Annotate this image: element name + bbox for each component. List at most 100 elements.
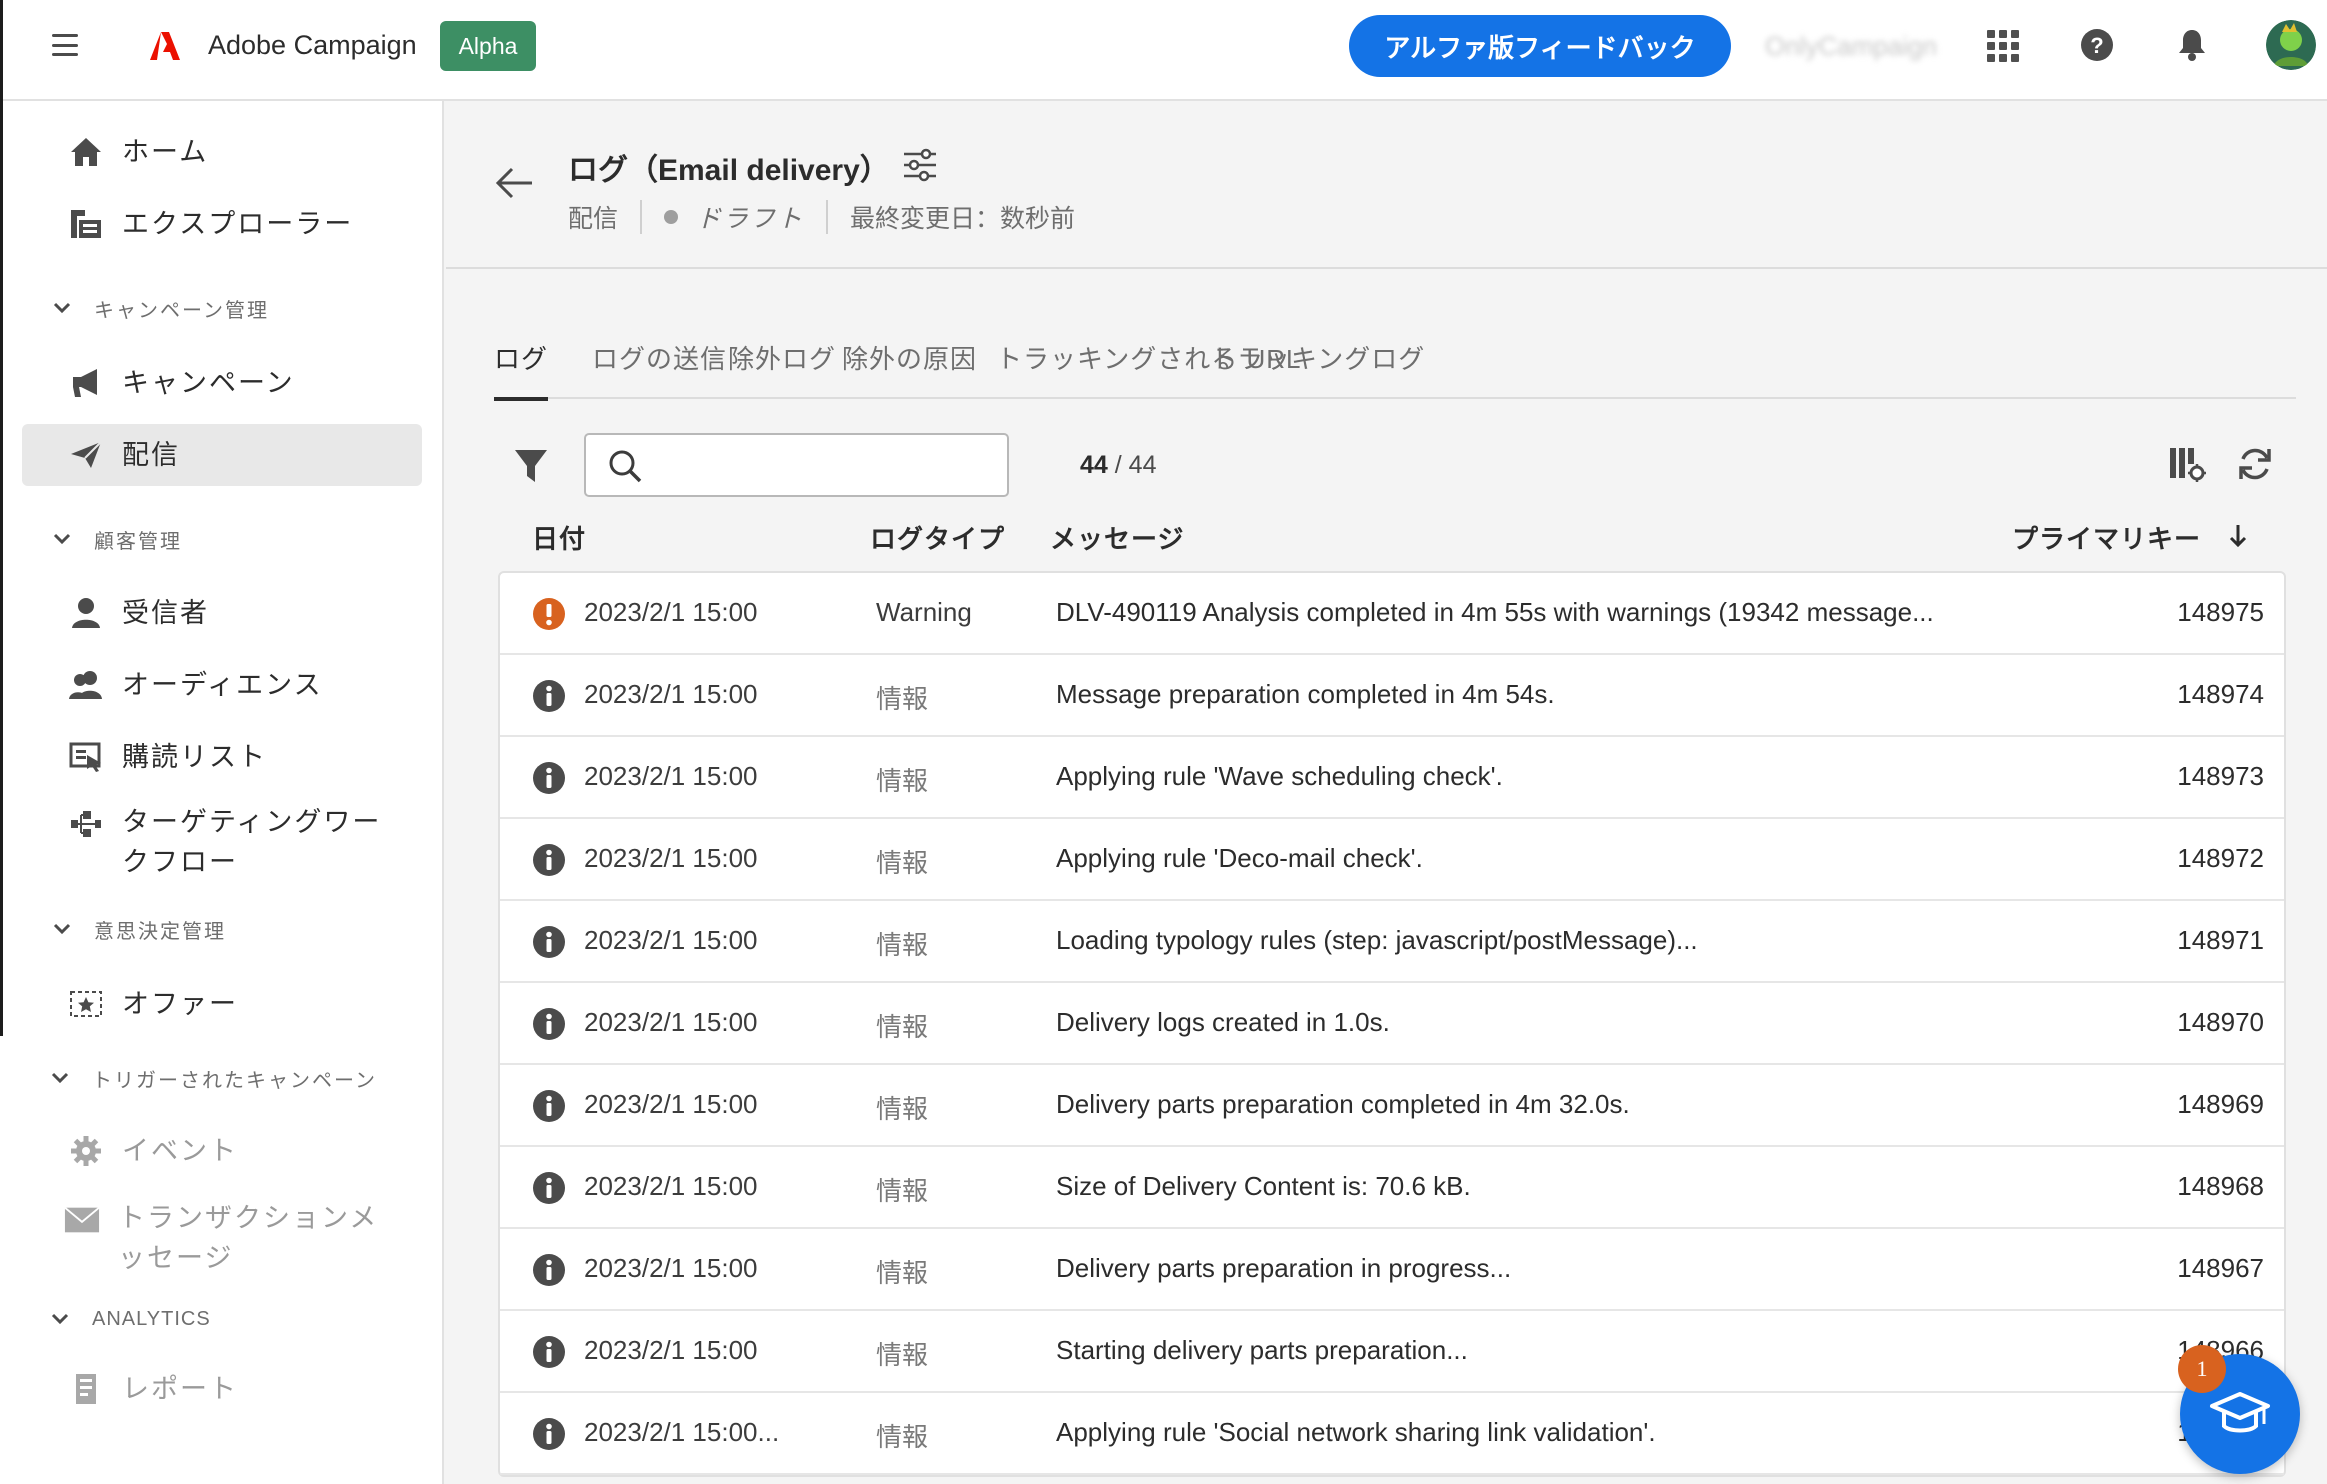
refresh-icon[interactable] xyxy=(2236,445,2274,483)
column-header-date[interactable]: 日付 xyxy=(532,519,586,556)
cell-primary-key: 148970 xyxy=(2177,1007,2264,1037)
cell-primary-key: 148974 xyxy=(2177,679,2264,709)
info-icon xyxy=(533,1418,565,1450)
tab-exclusion-logs[interactable]: 除外ログ xyxy=(728,329,836,399)
feedback-button[interactable]: アルファ版フィードバック xyxy=(1349,15,1731,77)
cell-log-type: 情報 xyxy=(876,1094,929,1124)
sidebar-item-recipients[interactable]: 受信者 xyxy=(22,582,422,644)
users-icon xyxy=(68,667,104,703)
search-input[interactable] xyxy=(656,441,996,489)
section-label: 意思決定管理 xyxy=(94,920,226,943)
sidebar-item-label: イベント xyxy=(122,1136,238,1166)
sidebar-item-events[interactable]: イベント xyxy=(22,1120,422,1182)
table-row[interactable]: 2023/2/1 15:00 情報 Delivery parts preparati… xyxy=(500,1229,2284,1311)
search-field[interactable] xyxy=(584,433,1009,497)
cell-primary-key: 148967 xyxy=(2177,1253,2264,1283)
table-row[interactable]: 2023/2/1 15:00 情報 Loading typology rules (… xyxy=(500,901,2284,983)
sidebar-item-label: キャンペーン xyxy=(122,368,295,398)
table-row[interactable]: 2023/2/1 15:00 情報 Applying rule 'Wave sche… xyxy=(500,737,2284,819)
notifications-bell-icon[interactable] xyxy=(2176,28,2208,62)
cell-log-type: 情報 xyxy=(876,1012,929,1042)
tab-exclusion-causes[interactable]: 除外の原因 xyxy=(842,329,977,399)
cell-message: Applying rule 'Wave scheduling check'. xyxy=(1056,761,1503,791)
sidebar-item-audiences[interactable]: オーディエンス xyxy=(22,654,422,716)
hamburger-menu-icon[interactable] xyxy=(52,34,78,56)
sidebar-item-reports[interactable]: レポート xyxy=(22,1358,422,1420)
cell-date: 2023/2/1 15:00... xyxy=(584,1417,780,1447)
section-label: ANALYTICS xyxy=(92,1307,211,1330)
tab-logs[interactable]: ログ xyxy=(494,329,549,401)
table-row[interactable]: 2023/2/1 15:00 Warning DLV-490119 Analysis… xyxy=(500,573,2284,655)
sidebar-item-deliveries[interactable]: 配信 xyxy=(22,424,422,486)
cell-log-type: 情報 xyxy=(876,848,929,878)
sort-descending-icon[interactable] xyxy=(2227,523,2249,549)
sidebar-item-label: 購読リスト xyxy=(122,742,267,772)
section-label: トリガーされたキャンペーン xyxy=(92,1069,377,1092)
column-header-log-type[interactable]: ログタイプ xyxy=(870,519,1005,556)
help-icon[interactable]: ? xyxy=(2080,28,2114,62)
table-row[interactable]: 2023/2/1 15:00... 情報 Applying rule 'Social… xyxy=(500,1393,2284,1475)
sidebar-item-label: レポート xyxy=(122,1374,238,1404)
object-type: 配信 xyxy=(568,205,619,233)
alpha-badge: Alpha xyxy=(440,21,536,71)
help-notification-badge: 1 xyxy=(2178,1345,2226,1393)
tab-tracking-logs[interactable]: トラッキングログ xyxy=(1210,329,1425,399)
column-settings-icon[interactable] xyxy=(2168,445,2206,483)
app-name[interactable]: Adobe Campaign xyxy=(208,30,417,61)
table-row[interactable]: 2023/2/1 15:00 情報 Delivery parts preparati… xyxy=(500,1065,2284,1147)
window-edge xyxy=(0,0,3,101)
table-row[interactable]: 2023/2/1 15:00 情報 Delivery logs created in… xyxy=(500,983,2284,1065)
table-row[interactable]: 2023/2/1 15:00 情報 Starting delivery parts … xyxy=(500,1311,2284,1393)
cell-log-type: 情報 xyxy=(876,684,929,714)
main-content: ログ（Email delivery） 配信 ドラフト 最終変更日：数秒前 ログ … xyxy=(446,101,2327,1484)
status-badge: ドラフト xyxy=(696,205,805,233)
sidebar-item-transactional-messages[interactable]: トランザクションメ ッセージ xyxy=(22,1194,422,1286)
explorer-icon xyxy=(68,206,104,242)
sidebar-item-label: ターゲティングワー クフロー xyxy=(122,807,382,877)
sidebar-item-targeting-workflows[interactable]: ターゲティングワー クフロー xyxy=(22,798,422,890)
column-header-message[interactable]: メッセージ xyxy=(1050,519,1184,556)
section-campaign-management[interactable]: キャンペーン管理 xyxy=(52,288,269,328)
user-avatar[interactable] xyxy=(2266,20,2316,70)
app-switcher-icon[interactable] xyxy=(1987,30,2019,62)
cell-date: 2023/2/1 15:00 xyxy=(584,1253,758,1283)
sidebar-item-campaigns[interactable]: キャンペーン xyxy=(22,352,422,414)
send-icon xyxy=(68,437,104,473)
divider xyxy=(826,200,829,234)
cell-log-type: 情報 xyxy=(876,1422,929,1452)
svg-text:?: ? xyxy=(2090,33,2103,58)
sidebar-item-explorer[interactable]: エクスプローラー xyxy=(22,193,422,255)
workflow-icon xyxy=(68,806,104,842)
cell-date: 2023/2/1 15:00 xyxy=(584,1171,758,1201)
sidebar-item-offers[interactable]: オファー xyxy=(22,973,422,1035)
cell-date: 2023/2/1 15:00 xyxy=(584,679,758,709)
tab-sending-logs[interactable]: ログの送信 xyxy=(592,329,727,399)
adobe-logo-icon[interactable] xyxy=(150,32,180,60)
cell-primary-key: 148968 xyxy=(2177,1171,2264,1201)
megaphone-icon xyxy=(68,365,104,401)
section-triggered-campaigns[interactable]: トリガーされたキャンペーン xyxy=(50,1058,377,1098)
table-row[interactable]: 2023/2/1 15:00 情報 Applying rule 'Deco-mail… xyxy=(500,819,2284,901)
back-arrow-icon[interactable] xyxy=(494,165,534,201)
section-customer-management[interactable]: 顧客管理 xyxy=(52,519,182,559)
column-header-primary-key[interactable]: プライマリキー xyxy=(2012,519,2201,556)
report-icon xyxy=(68,1371,104,1407)
mail-icon xyxy=(64,1202,100,1238)
settings-sliders-icon[interactable] xyxy=(902,148,938,182)
cell-message: Applying rule 'Social network sharing li… xyxy=(1056,1417,1656,1447)
table-row[interactable]: 2023/2/1 15:00 情報 Message preparation comp… xyxy=(500,655,2284,737)
section-analytics[interactable]: ANALYTICS xyxy=(50,1299,211,1339)
page-title: ログ（Email delivery） xyxy=(568,154,890,187)
sidebar-item-label: オーディエンス xyxy=(122,670,323,700)
cell-primary-key: 148975 xyxy=(2177,597,2264,627)
section-decision-management[interactable]: 意思決定管理 xyxy=(52,909,226,949)
sidebar-item-home[interactable]: ホーム xyxy=(22,121,422,183)
section-label: キャンペーン管理 xyxy=(94,299,269,322)
table-row[interactable]: 2023/2/1 15:00 情報 Size of Delivery Content… xyxy=(500,1147,2284,1229)
filter-icon[interactable] xyxy=(514,448,548,484)
org-switcher[interactable]: OnlyCampaign xyxy=(1765,31,1937,62)
cell-date: 2023/2/1 15:00 xyxy=(584,597,758,627)
info-icon xyxy=(533,926,565,958)
sidebar-item-subscriptions[interactable]: 購読リスト xyxy=(22,726,422,788)
cell-date: 2023/2/1 15:00 xyxy=(584,925,758,955)
